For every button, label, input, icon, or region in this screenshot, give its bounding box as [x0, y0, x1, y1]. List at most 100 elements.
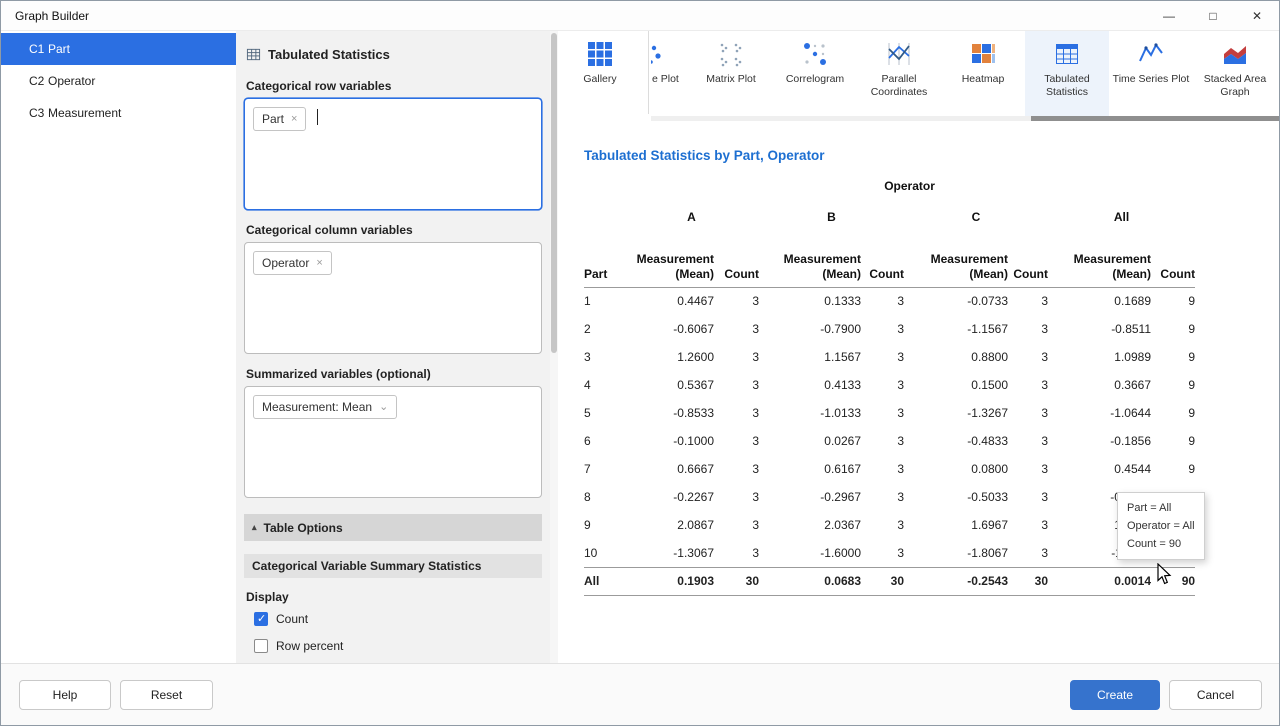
stats-table: Operator A B C All Part Measurement (Mea…	[584, 179, 1195, 596]
value-cell: -1.6000	[759, 539, 861, 567]
column-name: Part	[48, 42, 70, 56]
gallery-item-stacked-area-graph[interactable]: Stacked Area Graph	[1193, 31, 1277, 116]
stats-table-body: 10.446730.13333-0.073330.168992-0.60673-…	[584, 287, 1195, 595]
display-label: Display	[246, 590, 542, 604]
gallery-item-correlogram[interactable]: Correlogram	[773, 31, 857, 116]
value-cell: 9	[1151, 343, 1195, 371]
measure-header: Measurement (Mean)	[1048, 233, 1151, 287]
summarized-variables-dropzone[interactable]: Measurement: Mean ⌄	[244, 386, 542, 498]
value-cell: 3	[1008, 455, 1048, 483]
cancel-button[interactable]: Cancel	[1169, 680, 1262, 710]
gallery-separator	[648, 31, 649, 114]
value-cell: 3	[714, 287, 759, 315]
window-controls: — □ ✕	[1147, 1, 1279, 30]
parallel-coordinates-icon	[885, 40, 913, 68]
value-cell: 0.0800	[904, 455, 1008, 483]
value-cell: 3	[1008, 315, 1048, 343]
row-label-cell: 4	[584, 371, 624, 399]
row-label-cell: 3	[584, 343, 624, 371]
value-cell: 0.5367	[624, 371, 714, 399]
column-item-measurement[interactable]: C3 Measurement	[1, 97, 236, 129]
value-cell: 3	[1008, 399, 1048, 427]
value-cell: 3	[1008, 511, 1048, 539]
value-cell: -0.1856	[1048, 427, 1151, 455]
column-variables-dropzone[interactable]: Operator ×	[244, 242, 542, 354]
scrollbar-thumb[interactable]	[551, 33, 557, 353]
gallery-item-e-plot[interactable]: e Plot	[651, 31, 689, 116]
value-cell: -0.2967	[759, 483, 861, 511]
remove-chip-icon[interactable]: ×	[291, 113, 297, 125]
checkbox-label: Row percent	[276, 639, 343, 653]
gallery-item-heatmap[interactable]: Heatmap	[941, 31, 1025, 116]
tooltip-line: Operator = All	[1127, 517, 1195, 535]
checkbox-box[interactable]	[254, 639, 268, 653]
stats-row: 5-0.85333-1.01333-1.32673-1.06449	[584, 399, 1195, 427]
builder-panel-scrollbar[interactable]	[550, 31, 558, 663]
time-series-plot-icon	[1137, 40, 1165, 68]
value-cell: 3	[861, 371, 904, 399]
scrollbar-thumb[interactable]	[1031, 116, 1280, 121]
checkbox-count[interactable]: Count	[254, 612, 542, 626]
heatmap-icon	[969, 40, 997, 68]
gallery-item-gallery[interactable]: Gallery	[558, 31, 642, 116]
column-item-part[interactable]: C1 Part	[1, 33, 236, 65]
count-header: Count	[861, 233, 904, 287]
row-dimension-header: Part	[584, 233, 624, 287]
gallery-item-tabulated-statistics[interactable]: Tabulated Statistics	[1025, 31, 1109, 116]
help-button[interactable]: Help	[19, 680, 111, 710]
value-cell: 0.0683	[759, 567, 861, 595]
maximize-button[interactable]: □	[1191, 1, 1235, 30]
variable-chip-measurement-mean[interactable]: Measurement: Mean ⌄	[253, 395, 397, 419]
value-cell: 3	[714, 343, 759, 371]
gallery-item-label: e Plot	[652, 73, 679, 86]
gallery-item-time-series-plot[interactable]: Time Series Plot	[1109, 31, 1193, 116]
close-button[interactable]: ✕	[1235, 1, 1279, 30]
value-cell: 0.3667	[1048, 371, 1151, 399]
value-cell: 2.0867	[624, 511, 714, 539]
chevron-down-icon[interactable]: ⌄	[379, 403, 388, 411]
gallery-item-label: Matrix Plot	[704, 73, 758, 86]
stats-row: 10.446730.13333-0.073330.16899	[584, 287, 1195, 315]
table-options-header[interactable]: ▴ Table Options	[244, 514, 542, 541]
builder-panel: Tabulated Statistics Categorical row var…	[236, 31, 558, 663]
gallery-scrollbar[interactable]	[651, 116, 1280, 121]
value-cell: 3	[714, 427, 759, 455]
row-variables-dropzone[interactable]: Part ×	[244, 98, 542, 210]
level-header-b: B	[759, 199, 904, 233]
value-cell: -0.8533	[624, 399, 714, 427]
value-cell: 3	[1008, 287, 1048, 315]
variable-chip-part[interactable]: Part ×	[253, 107, 306, 131]
worksheet-columns-sidebar: C1 Part C2 Operator C3 Measurement	[1, 31, 236, 663]
count-header: Count	[1151, 233, 1195, 287]
value-cell: -1.1567	[904, 315, 1008, 343]
gallery-item-label: Tabulated Statistics	[1025, 73, 1109, 99]
reset-button[interactable]: Reset	[120, 680, 213, 710]
value-cell: 3	[1008, 427, 1048, 455]
value-cell: -0.7900	[759, 315, 861, 343]
remove-chip-icon[interactable]: ×	[316, 257, 322, 269]
stats-total-row: All0.1903300.068330-0.2543300.001490	[584, 567, 1195, 595]
gallery-item-parallel-coordinates[interactable]: Parallel Coordinates	[857, 31, 941, 116]
create-button[interactable]: Create	[1070, 680, 1160, 710]
variable-chip-operator[interactable]: Operator ×	[253, 251, 332, 275]
gallery-item-label: Stacked Area Graph	[1193, 73, 1277, 99]
gallery-item-matrix-plot[interactable]: Matrix Plot	[689, 31, 773, 116]
correlogram-icon	[801, 40, 829, 68]
stacked-area-graph-icon	[1221, 40, 1249, 68]
checkbox-box[interactable]	[254, 612, 268, 626]
chip-label: Measurement: Mean	[262, 400, 372, 414]
checkbox-row-percent[interactable]: Row percent	[254, 639, 542, 653]
value-cell: 3	[714, 539, 759, 567]
column-item-operator[interactable]: C2 Operator	[1, 65, 236, 97]
value-cell: 0.0014	[1048, 567, 1151, 595]
minimize-button[interactable]: —	[1147, 1, 1191, 30]
value-cell: 30	[861, 567, 904, 595]
value-cell: 0.6167	[759, 455, 861, 483]
value-cell: 3	[861, 287, 904, 315]
preview-title: Tabulated Statistics by Part, Operator	[584, 148, 825, 163]
stats-row: 8-0.22673-0.29673-0.50333-0.34229	[584, 483, 1195, 511]
bubble-plot-icon	[651, 40, 666, 68]
summary-statistics-section-header: Categorical Variable Summary Statistics	[244, 554, 542, 578]
chip-label: Operator	[262, 256, 309, 270]
count-header: Count	[714, 233, 759, 287]
